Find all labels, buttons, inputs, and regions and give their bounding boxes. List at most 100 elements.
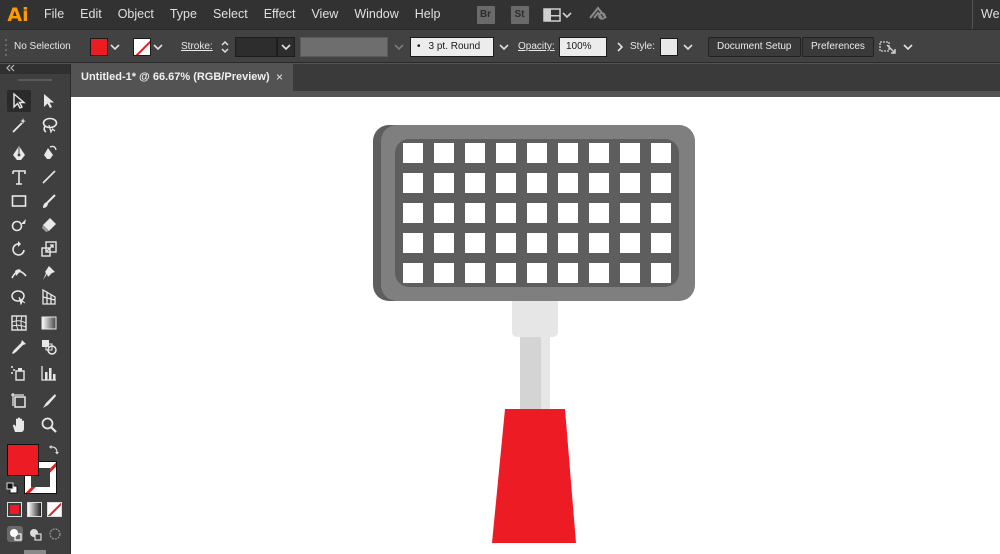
hand-tool[interactable]	[7, 414, 31, 436]
opacity-control[interactable]: 100%	[559, 30, 627, 63]
artboard-tool[interactable]	[7, 390, 31, 412]
eyedropper-tool[interactable]	[7, 336, 31, 358]
arrange-documents-button[interactable]	[542, 7, 573, 22]
opacity-label[interactable]: Opacity:	[518, 30, 555, 63]
grill-hole	[589, 263, 609, 283]
fill-dropdown[interactable]	[108, 40, 122, 54]
stroke-dropdown[interactable]	[151, 40, 165, 54]
type-tool[interactable]	[7, 166, 31, 188]
graphic-style-control[interactable]	[660, 30, 695, 63]
blend-tool[interactable]	[37, 336, 61, 358]
graphic-style-dropdown[interactable]	[681, 40, 695, 54]
menu-file[interactable]: File	[36, 0, 72, 29]
draw-normal-button[interactable]	[7, 526, 23, 542]
double-chevron-left-icon	[6, 64, 15, 72]
menu-type[interactable]: Type	[162, 0, 205, 29]
scale-tool[interactable]	[37, 238, 61, 260]
perspective-grid-tool[interactable]	[37, 286, 61, 308]
brush-definition-value: 3 pt. Round	[428, 41, 481, 52]
graphic-style-swatch[interactable]	[660, 37, 678, 56]
rotate-tool[interactable]	[7, 238, 31, 260]
stroke-label[interactable]: Stroke:	[181, 30, 213, 63]
default-fill-stroke-button[interactable]	[6, 482, 18, 497]
stock-button[interactable]: St	[510, 5, 529, 24]
opacity-field[interactable]: 100%	[559, 36, 607, 57]
stroke-weight-stepper[interactable]	[218, 37, 232, 57]
canvas-area[interactable]	[71, 91, 1000, 554]
close-document-button[interactable]: ×	[276, 64, 283, 91]
fill-swatch[interactable]	[90, 37, 108, 56]
width-tool[interactable]	[7, 262, 31, 284]
menu-window[interactable]: Window	[346, 0, 406, 29]
grill-hole	[527, 263, 547, 283]
curvature-tool[interactable]	[37, 142, 61, 164]
paintbrush-tool[interactable]	[37, 190, 61, 212]
slice-tool[interactable]	[37, 390, 61, 412]
document-setup-button[interactable]: Document Setup	[708, 36, 801, 57]
shaper-tool[interactable]	[7, 214, 31, 236]
variable-width-profile[interactable]	[300, 30, 406, 63]
document-tab-strip: Untitled-1* @ 66.67% (RGB/Preview) ×	[71, 64, 1000, 91]
stroke-color-control[interactable]	[133, 30, 165, 63]
zoom-tool[interactable]	[37, 414, 61, 436]
direct-selection-tool[interactable]	[37, 90, 61, 112]
brush-dropdown[interactable]	[497, 40, 511, 54]
document-tab[interactable]: Untitled-1* @ 66.67% (RGB/Preview)	[71, 64, 293, 91]
none-mode-button[interactable]	[47, 502, 62, 517]
menu-object[interactable]: Object	[110, 0, 162, 29]
brush-definition-control[interactable]: • 3 pt. Round	[410, 30, 511, 63]
menu-edit[interactable]: Edit	[72, 0, 110, 29]
menu-select[interactable]: Select	[205, 0, 256, 29]
tools-panel-collapse[interactable]	[0, 64, 70, 74]
symbol-sprayer-tool[interactable]	[7, 362, 31, 384]
artboard[interactable]	[71, 97, 1000, 554]
stroke-weight-dropdown[interactable]	[277, 36, 295, 57]
menu-effect[interactable]: Effect	[256, 0, 304, 29]
align-panel-control[interactable]	[878, 30, 914, 63]
grill-hole	[651, 173, 671, 193]
swap-fill-stroke-button[interactable]	[48, 444, 60, 459]
selection-tool[interactable]	[7, 90, 31, 112]
handle-grip[interactable]	[492, 409, 576, 543]
eraser-icon	[42, 218, 56, 232]
control-bar-grip	[4, 30, 10, 63]
column-graph-tool[interactable]	[37, 362, 61, 384]
stroke-swatch-none[interactable]	[133, 37, 151, 56]
lasso-tool[interactable]	[37, 114, 61, 136]
gradient-mode-button[interactable]	[27, 502, 42, 517]
menu-view[interactable]: View	[303, 0, 346, 29]
pen-tool[interactable]	[7, 142, 31, 164]
magic-wand-tool[interactable]	[7, 114, 31, 136]
draw-behind-button[interactable]	[27, 526, 43, 542]
bridge-button[interactable]: Br	[476, 5, 495, 24]
menu-help[interactable]: Help	[407, 0, 449, 29]
color-mode-button[interactable]	[7, 502, 22, 517]
rectangle-tool[interactable]	[7, 190, 31, 212]
mesh-tool[interactable]	[7, 312, 31, 334]
variable-width-dropdown[interactable]	[392, 40, 406, 54]
shape-builder-tool[interactable]	[7, 286, 31, 308]
fill-color-swatch[interactable]	[7, 444, 39, 476]
preferences-button[interactable]: Preferences	[802, 36, 874, 57]
draw-inside-button[interactable]	[47, 526, 63, 542]
bbq-grill-brush-artwork[interactable]	[71, 97, 1000, 554]
handle-collar[interactable]	[512, 301, 558, 337]
stroke-weight-control[interactable]	[218, 30, 295, 63]
gradient-tool[interactable]	[37, 312, 61, 334]
brush-definition-field[interactable]: • 3 pt. Round	[410, 36, 494, 57]
document-tab-title: Untitled-1* @ 66.67% (RGB/Preview)	[81, 71, 270, 83]
puppet-warp-tool[interactable]	[37, 262, 61, 284]
stroke-weight-field[interactable]	[235, 36, 277, 57]
screen-mode-button[interactable]	[24, 550, 46, 554]
eraser-tool[interactable]	[37, 214, 61, 236]
symbol-sprayer-icon	[11, 366, 25, 381]
gpu-performance-icon[interactable]	[587, 4, 609, 25]
fill-color-control[interactable]	[90, 30, 122, 63]
zoom-magnifier-icon	[41, 417, 57, 433]
opacity-flyout[interactable]	[613, 40, 627, 54]
workspace-switcher[interactable]: Web	[972, 0, 1000, 29]
line-segment-tool[interactable]	[37, 166, 61, 188]
grill-hole	[465, 233, 485, 253]
variable-width-profile-field[interactable]	[300, 36, 388, 57]
column-graph-icon	[41, 366, 56, 381]
